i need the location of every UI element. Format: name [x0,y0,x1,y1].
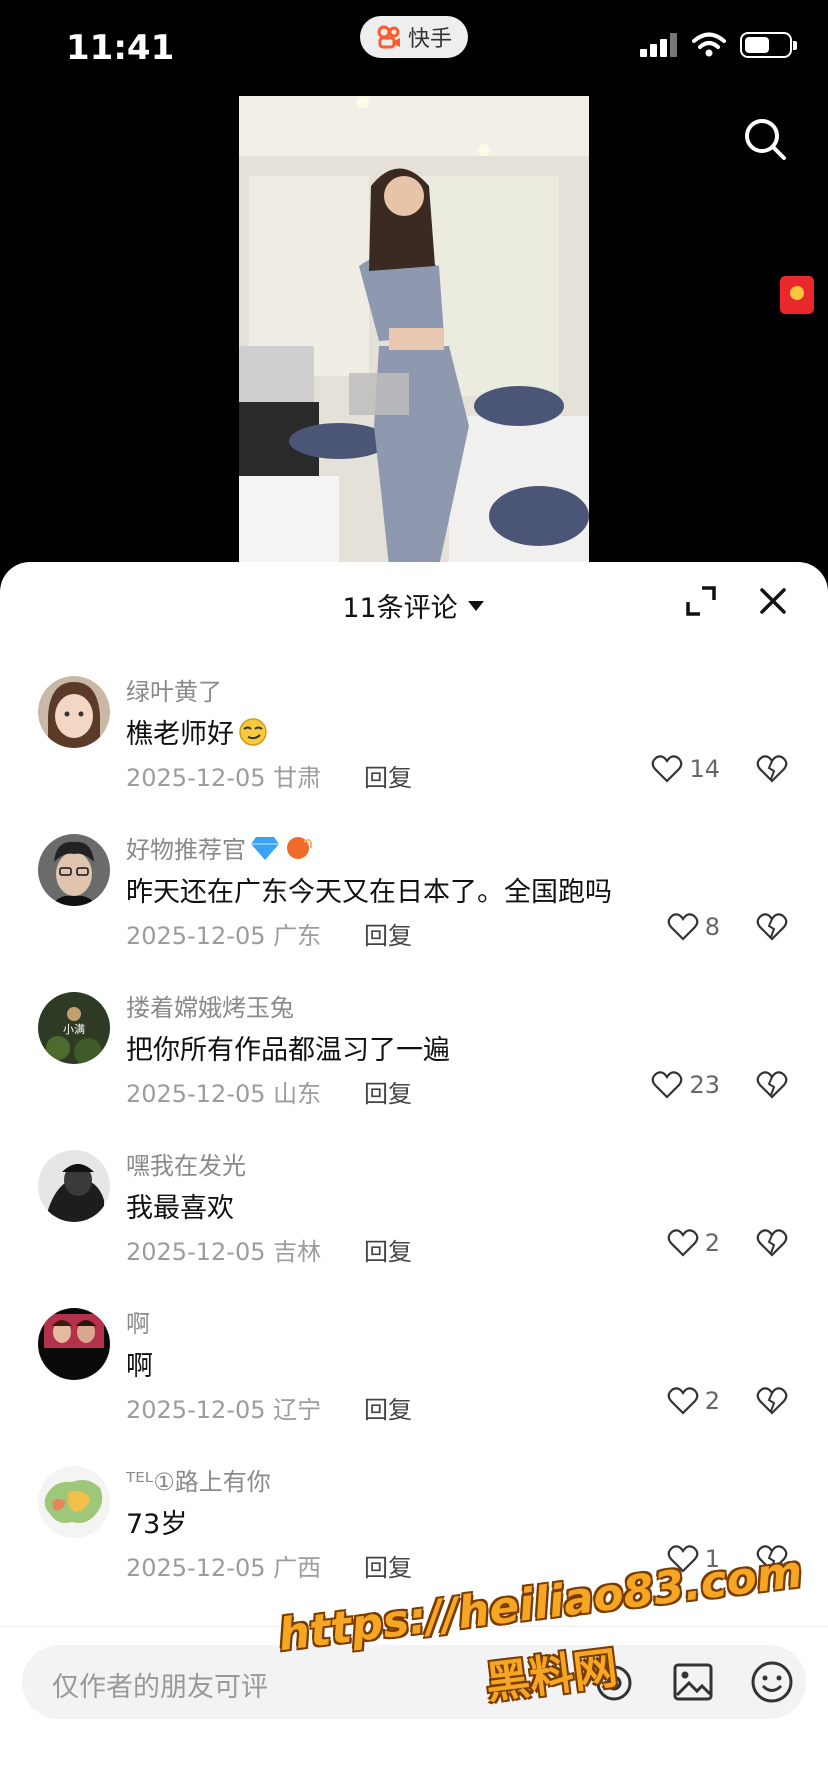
avatar[interactable] [38,1466,110,1538]
like-button[interactable]: 2 [667,1228,720,1258]
comment-item: 好物推荐官 昨天还在广东今天又在日本了。全国跑吗 2025-12-05 广东 回… [0,820,828,978]
battery-icon [740,32,797,58]
broken-heart-icon[interactable] [756,1228,788,1258]
comment-username[interactable]: 绿叶黄了 [126,672,222,707]
like-button[interactable]: 8 [667,912,720,942]
smirk-emoji-icon [239,717,267,746]
app-pill-label: 快手 [407,27,452,52]
kuaishou-logo-icon [377,25,400,49]
comment-item: 嘿我在发光 我最喜欢 2025-12-05 吉林 回复 2 [0,1136,828,1294]
like-button[interactable]: 2 [667,1386,720,1416]
reply-button[interactable]: 回复 [364,1390,412,1425]
like-count: 2 [704,1229,720,1257]
expand-icon[interactable] [684,584,718,618]
comment-list: 绿叶黄了 樵老师好 2025-12-05 甘肃 回复 14 好物推荐官 昨天还在… [0,662,828,1610]
diamond-icon [251,836,279,860]
like-button[interactable]: 23 [651,1070,720,1100]
heart-icon [652,755,683,783]
comment-username[interactable]: 啊 [126,1304,150,1339]
video-frame-image [239,96,589,566]
like-count: 1 [704,1545,720,1573]
comment-meta: 2025-12-05 广西 [126,1554,322,1582]
like-count: 14 [689,755,720,783]
comment-text: 73岁 [126,1509,188,1540]
like-button[interactable]: 1 [667,1544,720,1574]
sheet-header: 11条评论 [0,562,828,642]
signal-icon [640,33,677,57]
comment-meta: 2025-12-05 辽宁 [126,1396,322,1424]
broken-heart-icon[interactable] [756,754,788,784]
avatar[interactable]: 小满 [38,992,110,1064]
caret-down-icon [467,600,484,611]
like-button[interactable]: 14 [651,754,720,784]
comment-username[interactable]: 好物推荐官 [126,830,314,865]
comment-text: 把你所有作品都温习了一遍 [126,1035,450,1066]
avatar[interactable] [38,1308,110,1380]
status-icons [640,32,797,58]
avatar[interactable] [38,1150,110,1222]
comment-meta: 2025-12-05 广东 [126,922,322,950]
fire-icon [287,836,313,859]
comment-meta: 2025-12-05 吉林 [126,1238,322,1266]
status-bar: 11:41 快手 [0,0,828,96]
reply-button[interactable]: 回复 [364,1074,412,1109]
heart-icon [667,1545,699,1573]
comment-text: 樵老师好 [126,712,268,751]
comments-sheet: 11条评论 绿叶黄了 樵老师好 2025-12-05 甘肃 回复 14 好物推荐… [0,562,828,1792]
search-icon[interactable] [740,114,790,164]
like-count: 8 [704,913,720,941]
close-icon[interactable] [756,584,790,618]
red-packet-icon[interactable] [780,276,814,314]
comment-meta: 2025-12-05 甘肃 [126,764,322,792]
emoji-icon[interactable] [750,1660,794,1704]
avatar[interactable] [38,834,110,906]
comment-item: 绿叶黄了 樵老师好 2025-12-05 甘肃 回复 14 [0,662,828,820]
heart-icon [667,1387,699,1415]
broken-heart-icon[interactable] [756,1070,788,1100]
app-return-pill[interactable]: 快手 [360,16,468,58]
avatar-text: 小满 [63,1023,85,1036]
status-time: 11:41 [66,28,175,68]
comment-username[interactable]: 嘿我在发光 [126,1146,246,1181]
comment-text: 我最喜欢 [126,1193,234,1224]
reply-button[interactable]: 回复 [364,1548,412,1583]
comment-meta: 2025-12-05 山东 [126,1080,322,1108]
heart-icon [667,1229,699,1257]
broken-heart-icon[interactable] [756,912,788,942]
image-icon[interactable] [672,1661,714,1703]
comment-text: 啊 [126,1351,153,1382]
heart-icon [652,1071,683,1099]
reply-button[interactable]: 回复 [364,916,412,951]
like-count: 23 [689,1071,720,1099]
comment-input-bar: 仅作者的朋友可评 [0,1626,828,1792]
video-player[interactable] [239,96,589,566]
wifi-icon [692,32,726,57]
comment-username[interactable]: 搂着嫦娥烤玉兔 [126,988,294,1023]
at-mention-icon[interactable] [594,1663,634,1703]
reply-button[interactable]: 回复 [364,758,412,793]
comment-item: 小满 搂着嫦娥烤玉兔 把你所有作品都温习了一遍 2025-12-05 山东 回复… [0,978,828,1136]
comment-text: 昨天还在广东今天又在日本了。全国跑吗 [126,877,612,908]
heart-icon [667,913,699,941]
comment-item: ᵀᴱᴸ①路上有你 73岁 2025-12-05 广西 回复 1 [0,1452,828,1610]
reply-button[interactable]: 回复 [364,1232,412,1267]
comment-item: 啊 啊 2025-12-05 辽宁 回复 2 [0,1294,828,1452]
avatar[interactable] [38,676,110,748]
like-count: 2 [704,1387,720,1415]
comment-count-title: 11条评论 [342,593,458,624]
comment-username[interactable]: ᵀᴱᴸ①路上有你 [126,1462,271,1497]
input-placeholder: 仅作者的朋友可评 [52,1672,268,1703]
broken-heart-icon[interactable] [756,1386,788,1416]
broken-heart-icon[interactable] [756,1544,788,1574]
comment-input[interactable]: 仅作者的朋友可评 [22,1645,806,1719]
